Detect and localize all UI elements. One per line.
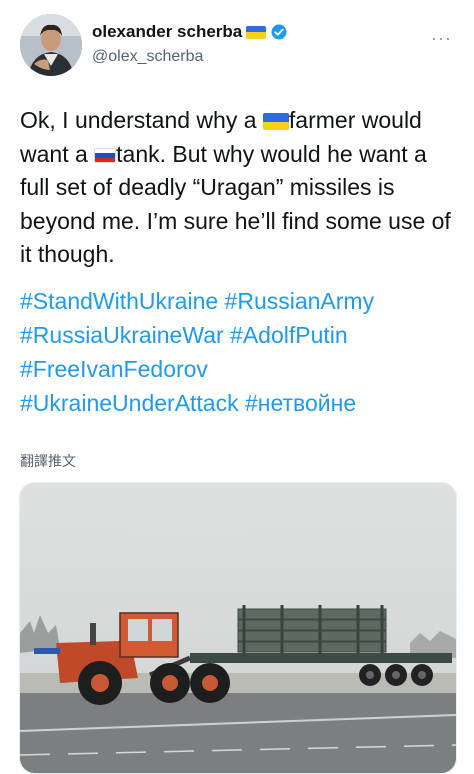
hashtag-link[interactable]: #UkraineUnderAttack (20, 390, 239, 416)
translate-tweet-link[interactable]: 翻譯推文 (20, 451, 76, 471)
author-display-name[interactable]: olexander scherba (92, 22, 242, 42)
avatar-image (20, 14, 82, 76)
hashtag-link[interactable]: #StandWithUkraine (20, 288, 218, 314)
ukraine-flag-icon (262, 113, 289, 131)
hashtag-link[interactable]: #нетвойне (245, 390, 356, 416)
author-handle[interactable]: @olex_scherba (92, 48, 203, 66)
more-options-icon[interactable]: ··· (431, 28, 452, 49)
hashtag-link[interactable]: #AdolfPutin (230, 322, 348, 348)
avatar[interactable] (20, 14, 82, 76)
verified-badge-icon (271, 24, 287, 40)
tractor-trailer-photo (20, 483, 456, 773)
author-name-row[interactable]: olexander scherba (92, 22, 288, 42)
tweet-text: Ok, I understand why a farmer would want… (20, 104, 460, 272)
hashtag-link[interactable]: #FreeIvanFedorov (20, 356, 208, 382)
tweet-media-photo[interactable] (19, 482, 457, 774)
ukraine-flag-icon (246, 25, 267, 39)
russia-flag-icon (94, 147, 117, 163)
tweet-text-part1: Ok, I understand why a (20, 107, 263, 133)
hashtag-link[interactable]: #RussianArmy (225, 288, 375, 314)
hashtag-link[interactable]: #RussiaUkraineWar (20, 322, 224, 348)
hashtag-list: #StandWithUkraine #RussianArmy #RussiaUk… (20, 284, 460, 420)
